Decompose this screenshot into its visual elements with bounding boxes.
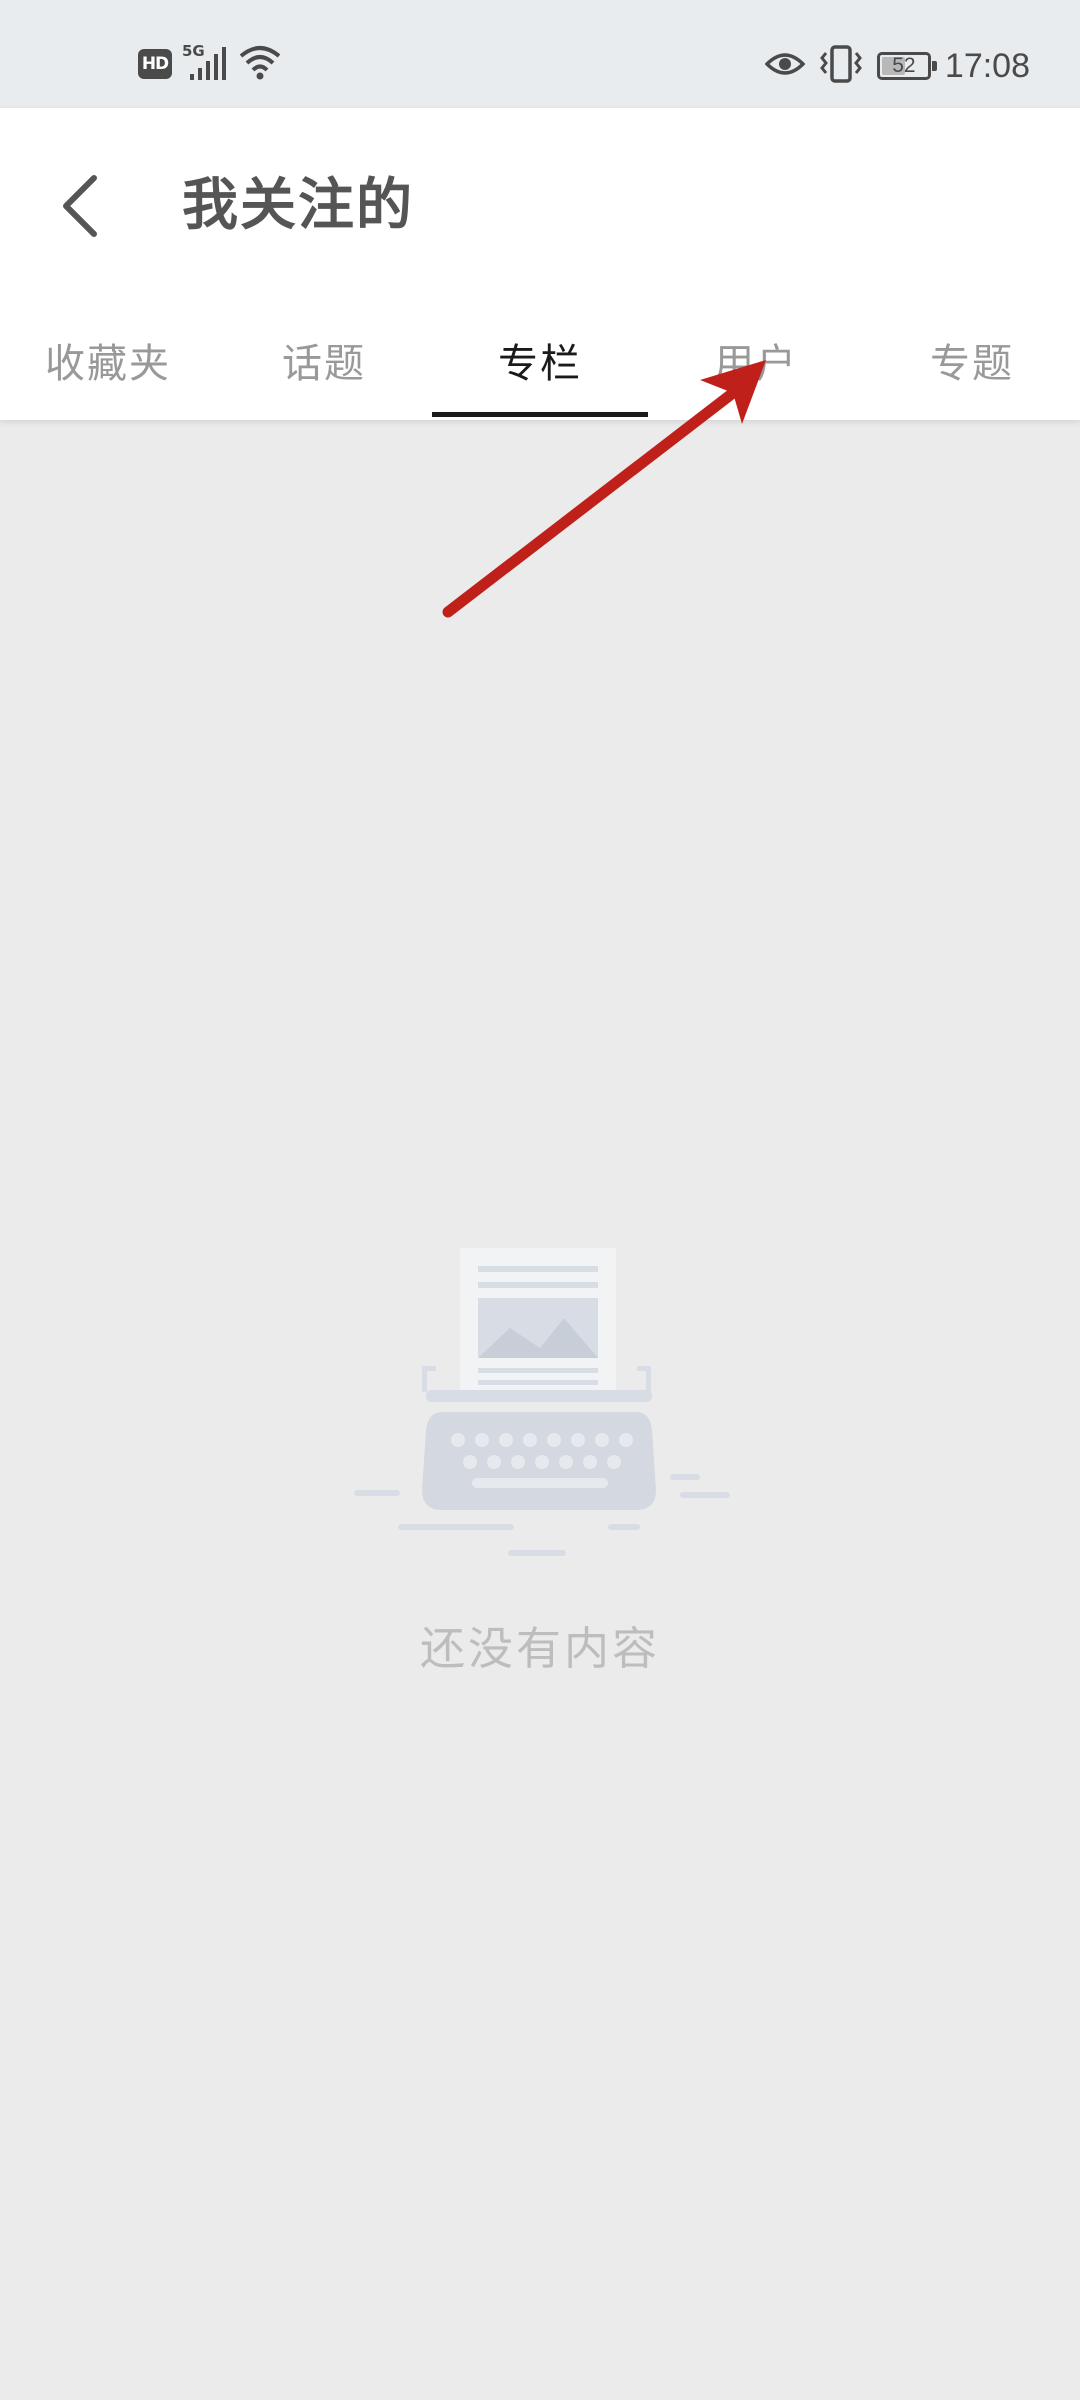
tab-bar: 收藏夹 话题 专栏 用户 专题 — [0, 300, 1080, 420]
status-bar: HD 5G 52 17:08 — [0, 0, 1080, 108]
clock: 17:08 — [944, 46, 1030, 85]
back-arrow-icon — [63, 175, 97, 237]
hd-icon: HD — [138, 49, 172, 79]
empty-state-text: 还没有内容 — [419, 1622, 660, 1675]
tab-favorites[interactable]: 收藏夹 — [0, 300, 216, 420]
tab-label: 话题 — [282, 341, 366, 387]
vibrate-icon — [819, 45, 863, 87]
tab-label: 专栏 — [498, 341, 582, 387]
tab-label: 用户 — [714, 341, 798, 387]
active-tab-indicator — [432, 412, 648, 417]
status-left-icons: HD 5G — [138, 42, 282, 84]
signal-icon: 5G — [182, 42, 232, 84]
tab-topics[interactable]: 话题 — [216, 300, 432, 420]
battery-icon: 52 — [876, 52, 937, 80]
tab-columns[interactable]: 专栏 — [432, 300, 648, 420]
page-title: 我关注的 — [182, 173, 414, 238]
tab-specials[interactable]: 专题 — [864, 300, 1080, 420]
tab-label: 收藏夹 — [45, 341, 171, 387]
typewriter-icon — [350, 1240, 730, 1574]
status-right-icons: 52 17:08 — [751, 44, 1030, 88]
tab-label: 专题 — [930, 341, 1014, 387]
eye-icon — [764, 49, 806, 83]
app-header: 我关注的 收藏夹 话题 专栏 用户 专题 — [0, 108, 1080, 420]
battery-text: 52 — [892, 54, 916, 77]
wifi-icon — [238, 44, 282, 84]
back-button[interactable] — [40, 146, 120, 266]
tab-users[interactable]: 用户 — [648, 300, 864, 420]
